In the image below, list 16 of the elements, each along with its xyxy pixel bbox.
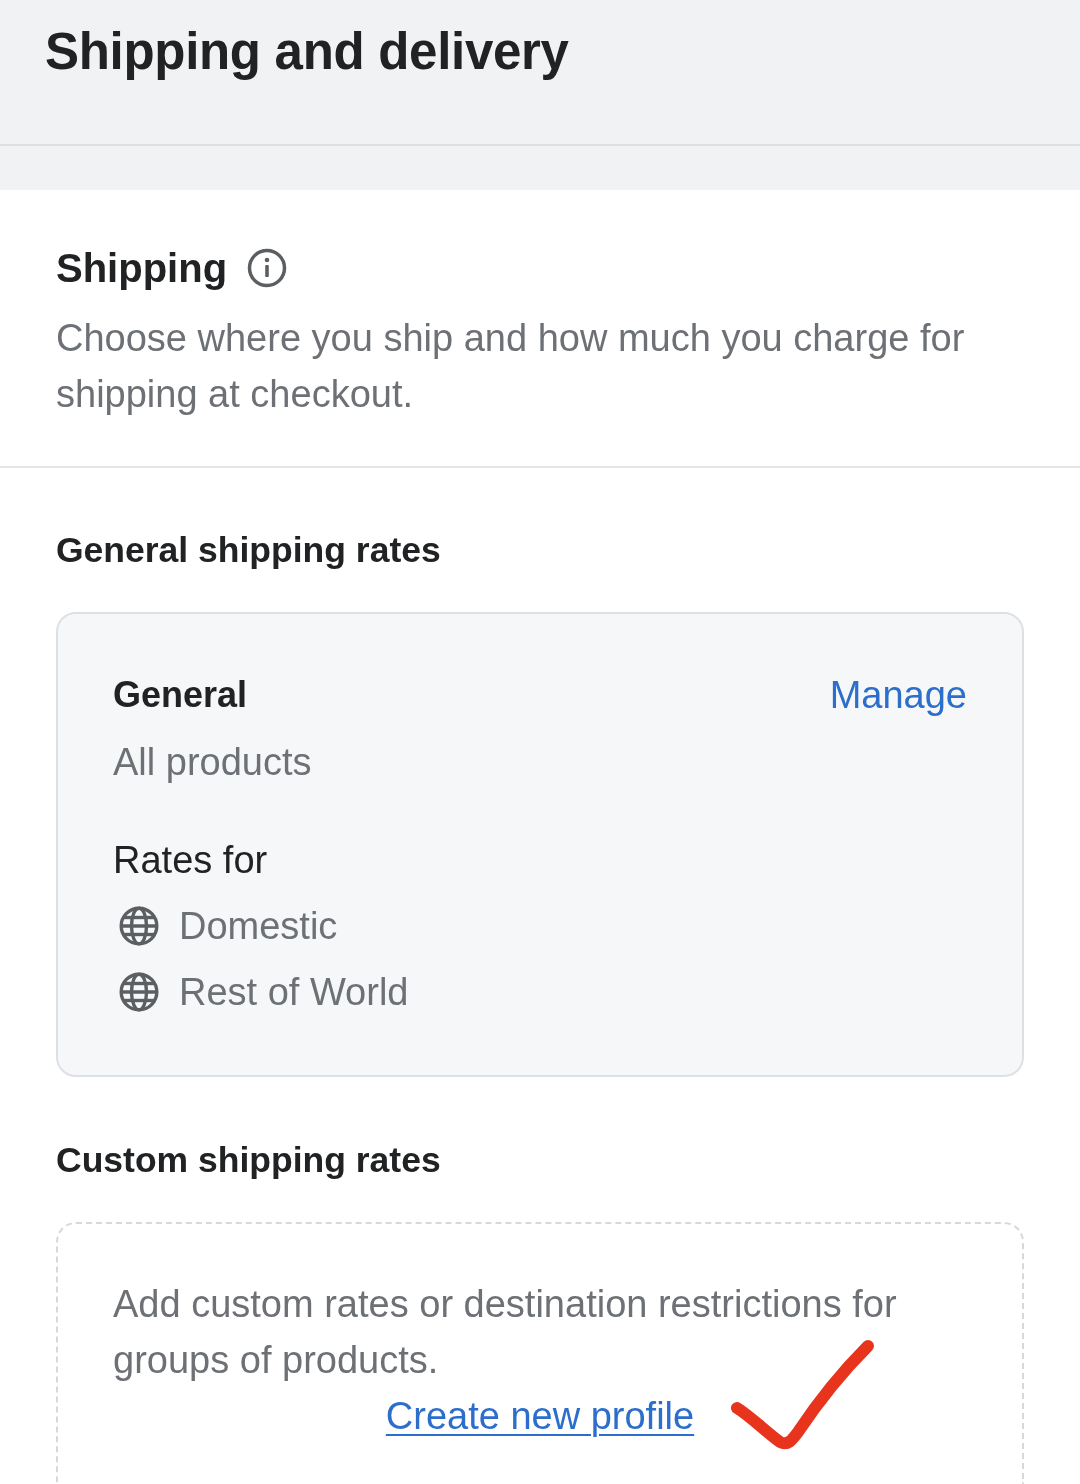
globe-icon bbox=[119, 906, 159, 946]
globe-icon bbox=[119, 972, 159, 1012]
section-heading: General shipping rates bbox=[56, 529, 441, 572]
manage-link[interactable]: Manage bbox=[829, 667, 967, 723]
rates-label: Rates for bbox=[113, 838, 268, 883]
empty-state-text: Add custom rates or destination restrictions for groups of products. bbox=[113, 1282, 898, 1383]
section-description: Choose where you ship and how much you charge for shipping at checkout. bbox=[56, 316, 966, 417]
section-title: Shipping bbox=[56, 245, 228, 292]
info-icon[interactable] bbox=[247, 248, 288, 288]
create-profile-link[interactable]: Create new profile bbox=[385, 1388, 695, 1444]
section-heading: Custom shipping rates bbox=[56, 1139, 441, 1182]
profile-name: General bbox=[113, 673, 248, 717]
zone-name: Domestic bbox=[179, 904, 338, 949]
zone-name: Rest of World bbox=[179, 970, 409, 1015]
page-title: Shipping and delivery bbox=[45, 22, 569, 82]
profile-scope: All products bbox=[113, 740, 312, 785]
